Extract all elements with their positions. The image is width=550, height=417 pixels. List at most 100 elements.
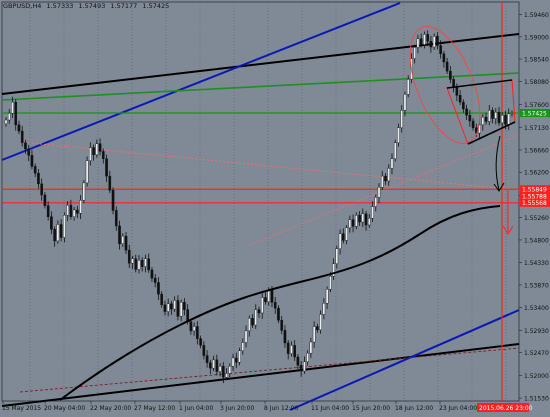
candle [14, 101, 18, 126]
candle [199, 338, 202, 346]
candle [95, 143, 99, 156]
candle [296, 356, 300, 366]
price-chart[interactable]: 1.59460 1.59000 1.58540 1.58080 1.57600 1.571… [0, 0, 550, 413]
candle [371, 206, 374, 219]
candle [121, 235, 125, 245]
candle [273, 302, 277, 309]
candle [209, 362, 212, 369]
candle [196, 326, 199, 339]
candle [225, 373, 228, 378]
candle [150, 269, 154, 279]
y-tick-label: 1.59460 [524, 12, 549, 19]
candle [4, 119, 8, 125]
candle [439, 45, 442, 54]
candle [105, 158, 108, 177]
candle [82, 182, 86, 201]
candle [63, 215, 66, 238]
candle [257, 309, 261, 314]
candle [277, 307, 280, 321]
candle [244, 330, 248, 343]
candle [345, 227, 348, 241]
candle [27, 148, 31, 156]
y-tick-label: 1.56660 [524, 147, 549, 154]
candle [419, 38, 423, 45]
candle [102, 151, 105, 159]
candle [316, 326, 319, 331]
y-tick-label: 1.56200 [524, 170, 549, 177]
candle [351, 219, 355, 227]
candle [309, 341, 313, 354]
x-tick-label: 20 May 04:00 [44, 405, 85, 412]
y-tick-label: 1.54800 [524, 237, 549, 244]
candle [33, 166, 37, 174]
candle [144, 258, 147, 267]
candle [290, 345, 293, 354]
x-tick-label: 15 Jun 20:00 [352, 405, 390, 412]
y-tick-label: 1.58540 [524, 57, 549, 64]
candle [59, 224, 63, 238]
price-tag: 1.57425 [520, 108, 550, 117]
candle [40, 183, 43, 196]
candle [147, 258, 151, 271]
candle [137, 260, 141, 270]
candle [24, 142, 27, 150]
candle [497, 112, 501, 124]
candle [140, 260, 144, 267]
candle [471, 120, 475, 128]
candle [43, 194, 47, 206]
candle [494, 112, 498, 119]
x-tick-label: 23 Jun 04:00 [439, 405, 477, 412]
candle [260, 297, 264, 314]
y-tick-label: 1.52930 [524, 328, 549, 335]
candle [312, 326, 316, 343]
candle [380, 175, 384, 188]
candle [127, 249, 131, 264]
chart-area[interactable]: GBPUSD,H4 1.57333 1.57493 1.57177 1.5742… [0, 0, 550, 413]
candle [397, 127, 400, 143]
candle [179, 302, 183, 317]
candle [160, 293, 163, 305]
candle [436, 36, 439, 46]
candle [7, 113, 11, 121]
candle [215, 359, 219, 372]
candle [487, 110, 491, 122]
candle [504, 114, 507, 125]
candle [163, 304, 167, 312]
candle [66, 204, 69, 216]
candle [500, 114, 504, 124]
candle [241, 342, 245, 351]
candle [406, 79, 410, 95]
candle [192, 326, 196, 332]
candle [222, 365, 225, 378]
candle [228, 365, 232, 374]
candle [189, 321, 193, 332]
candle [79, 200, 82, 214]
candle [92, 147, 95, 156]
candle [432, 36, 436, 48]
candle [231, 357, 235, 367]
candle [131, 258, 134, 264]
candle [270, 290, 274, 303]
candle [17, 124, 21, 132]
candle [348, 219, 352, 229]
price-tag-label: 1.55568 [522, 200, 547, 207]
candle [76, 209, 79, 214]
candle [342, 233, 345, 241]
trendline-blue-lower [289, 309, 520, 411]
candle [429, 40, 433, 48]
annotation-arrow-black [495, 135, 501, 191]
candle [484, 116, 488, 122]
candle [280, 320, 284, 331]
candle [423, 34, 426, 45]
candle [303, 361, 306, 372]
quote-value: 1.57333 [46, 2, 74, 10]
candle [319, 314, 322, 331]
candle [377, 187, 381, 198]
candle [426, 34, 429, 42]
x-tick-label: 8 Jun 12:00 [264, 405, 298, 412]
candle [455, 87, 459, 96]
candle [393, 142, 397, 159]
candle [361, 213, 365, 223]
trendline-blue-upper [1, 2, 401, 161]
price-tag-label: 1.57425 [522, 110, 547, 117]
